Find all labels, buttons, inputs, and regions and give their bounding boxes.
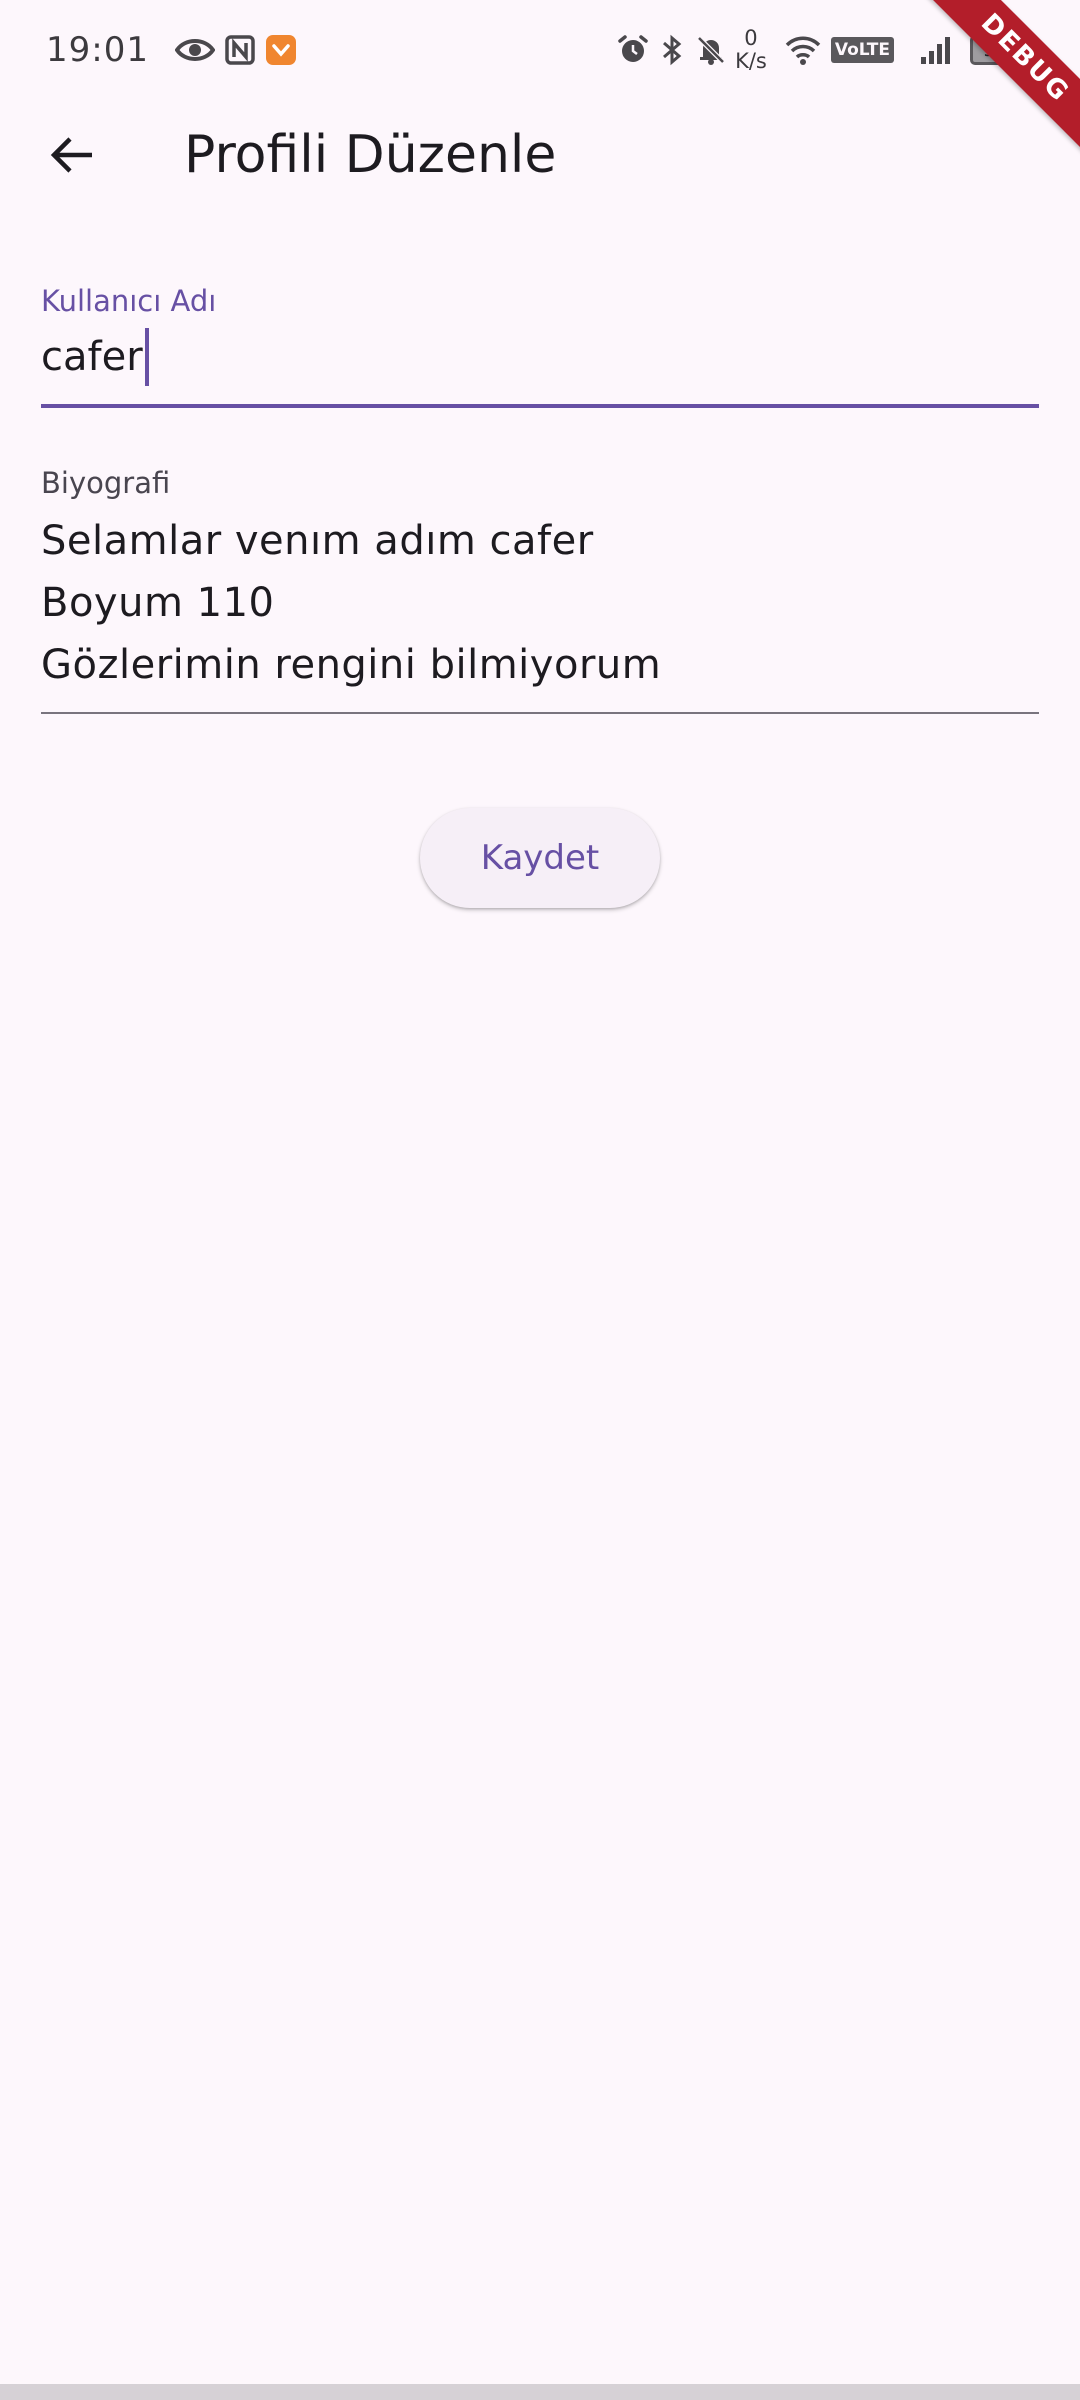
signal-icon — [920, 35, 954, 65]
bio-label: Biyografi — [41, 466, 171, 500]
save-button[interactable]: Kaydet — [420, 808, 660, 908]
bio-underline — [41, 712, 1039, 714]
status-left: 19:01 — [46, 30, 297, 70]
status-bar: 19:01 0 K/s VoLTE — [0, 0, 1080, 100]
bio-line: Boyum 110 — [41, 580, 275, 626]
clock: 19:01 — [46, 30, 149, 70]
eye-icon — [174, 37, 215, 63]
username-field[interactable]: Kullanıcı Adı cafer — [41, 280, 1039, 410]
alarm-icon — [617, 34, 649, 66]
nfc-icon — [225, 35, 255, 65]
network-speed: 0 K/s — [735, 27, 767, 73]
volte-badge: VoLTE — [830, 37, 894, 63]
bio-line: Gözlerimin rengini bilmiyorum — [41, 642, 662, 688]
wifi-icon — [785, 35, 821, 65]
status-right: 0 K/s VoLTE 97 — [607, 27, 1020, 73]
speed-unit: K/s — [735, 49, 767, 73]
text-cursor — [144, 328, 149, 386]
edit-profile-screen: 19:01 0 K/s VoLTE DEBUG Profili Düzenle … — [0, 0, 1080, 2400]
bio-field[interactable]: Biyografi Selamlar venım adım cafer Boyu… — [41, 466, 1039, 716]
username-value: cafer — [41, 334, 143, 380]
username-label: Kullanıcı Adı — [41, 284, 217, 318]
navigation-bar — [0, 2384, 1080, 2400]
bio-input[interactable]: Selamlar venım adım cafer Boyum 110 Gözl… — [41, 510, 1039, 696]
arrow-back-icon — [50, 137, 92, 173]
back-button[interactable] — [28, 111, 116, 199]
app-notification-icon — [265, 34, 297, 66]
bio-line: Selamlar venım adım cafer — [41, 518, 594, 564]
mute-icon — [695, 34, 727, 66]
bluetooth-icon — [659, 34, 685, 66]
app-bar: Profili Düzenle — [0, 100, 1080, 210]
username-input[interactable]: cafer — [41, 328, 149, 386]
speed-value: 0 — [744, 26, 758, 50]
page-title: Profili Düzenle — [184, 125, 557, 185]
username-underline — [41, 404, 1039, 408]
